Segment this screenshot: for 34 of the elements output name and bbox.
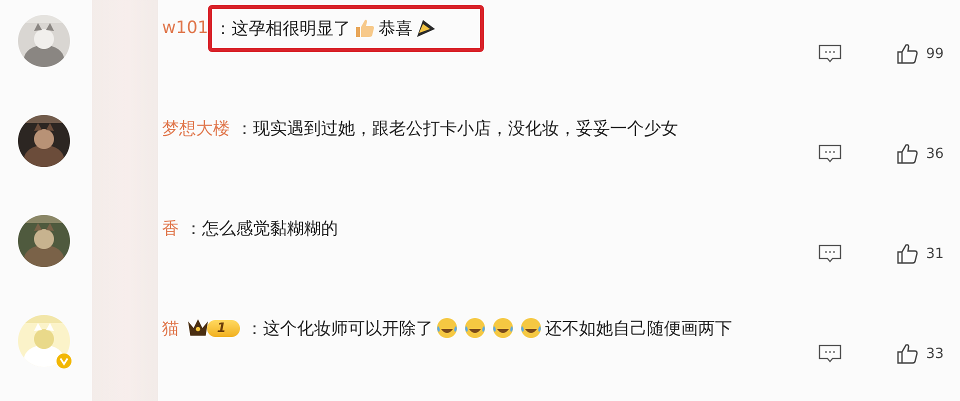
comment-icon[interactable] <box>818 344 842 364</box>
like-count: 33 <box>926 346 945 362</box>
like-icon[interactable] <box>896 43 918 65</box>
comment-text: 怎么感觉黏糊糊的 <box>202 218 338 240</box>
laugh-cry-icon <box>492 317 514 339</box>
username[interactable]: 猫 <box>162 316 179 340</box>
comment-text: 现实遇到过她，跟老公打卡小店，没化妆，妥妥一个少女 <box>253 118 678 140</box>
comment-text: 这孕相很明显了 <box>231 18 350 40</box>
like-icon[interactable] <box>896 343 918 365</box>
colon: ： <box>185 218 202 240</box>
username[interactable]: w101 <box>162 18 208 38</box>
comment-icon[interactable] <box>818 244 842 264</box>
comment-icon[interactable] <box>818 44 842 64</box>
thumbs-up-icon <box>353 17 376 39</box>
laugh-cry-icon <box>464 317 486 339</box>
comment-text: 恭喜 <box>378 18 412 40</box>
laugh-cry-icon <box>520 317 542 339</box>
like-count: 99 <box>926 46 945 62</box>
colon: ： <box>246 318 264 340</box>
comment-icon[interactable] <box>818 144 842 164</box>
colon: ： <box>236 118 253 140</box>
laugh-cry-icon <box>436 317 458 339</box>
like-count: 36 <box>926 146 945 162</box>
username[interactable]: 香 <box>162 216 179 240</box>
like-icon[interactable] <box>896 143 918 165</box>
party-popper-icon <box>415 17 438 39</box>
colon: ： <box>214 18 232 40</box>
comment-text: 还不如她自己随便画两下 <box>545 318 732 340</box>
like-icon[interactable] <box>896 243 918 265</box>
comment-text: 这个化妆师可以开除了 <box>263 318 434 340</box>
like-count: 31 <box>926 246 945 262</box>
crown-icon <box>187 318 209 338</box>
username[interactable]: 梦想大楼 <box>162 116 230 140</box>
level-badge: 1 <box>207 320 240 336</box>
